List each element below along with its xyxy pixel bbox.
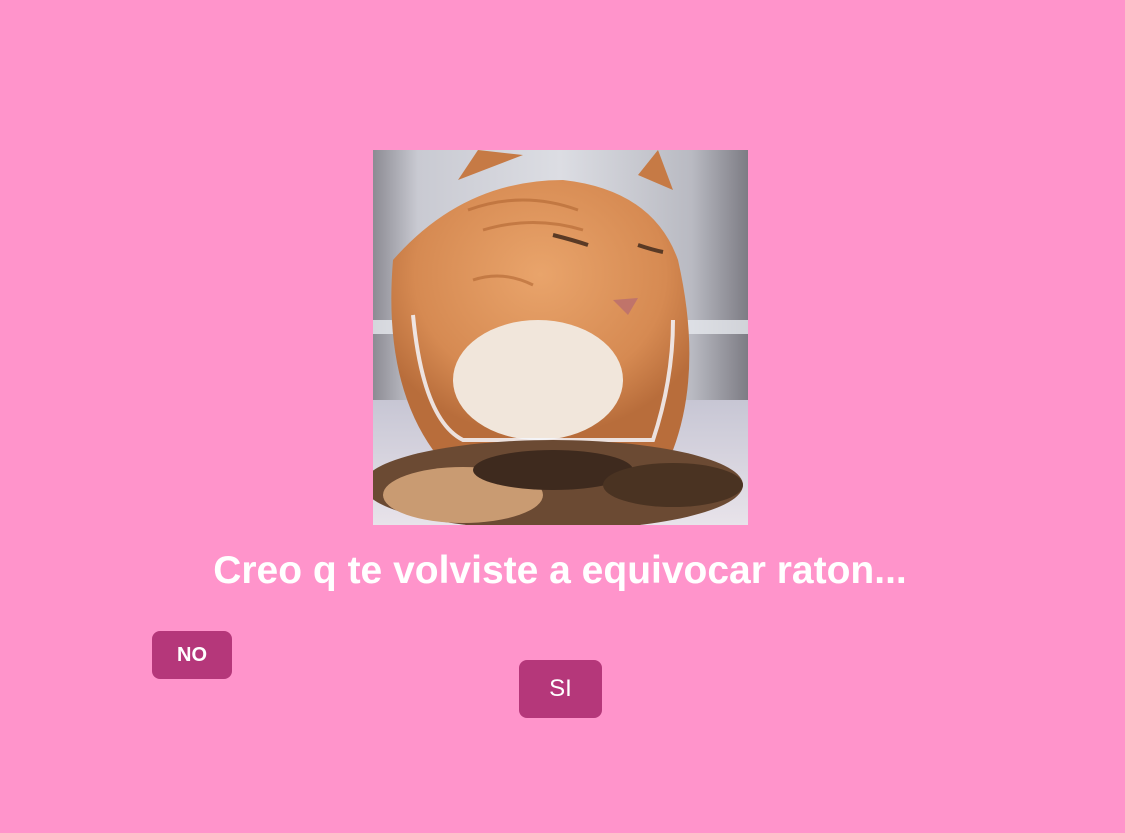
yes-button[interactable]: SI <box>519 660 602 718</box>
question-text: Creo q te volviste a equivocar raton... <box>213 549 907 592</box>
cat-photo <box>373 150 748 525</box>
no-button[interactable]: NO <box>152 631 232 679</box>
